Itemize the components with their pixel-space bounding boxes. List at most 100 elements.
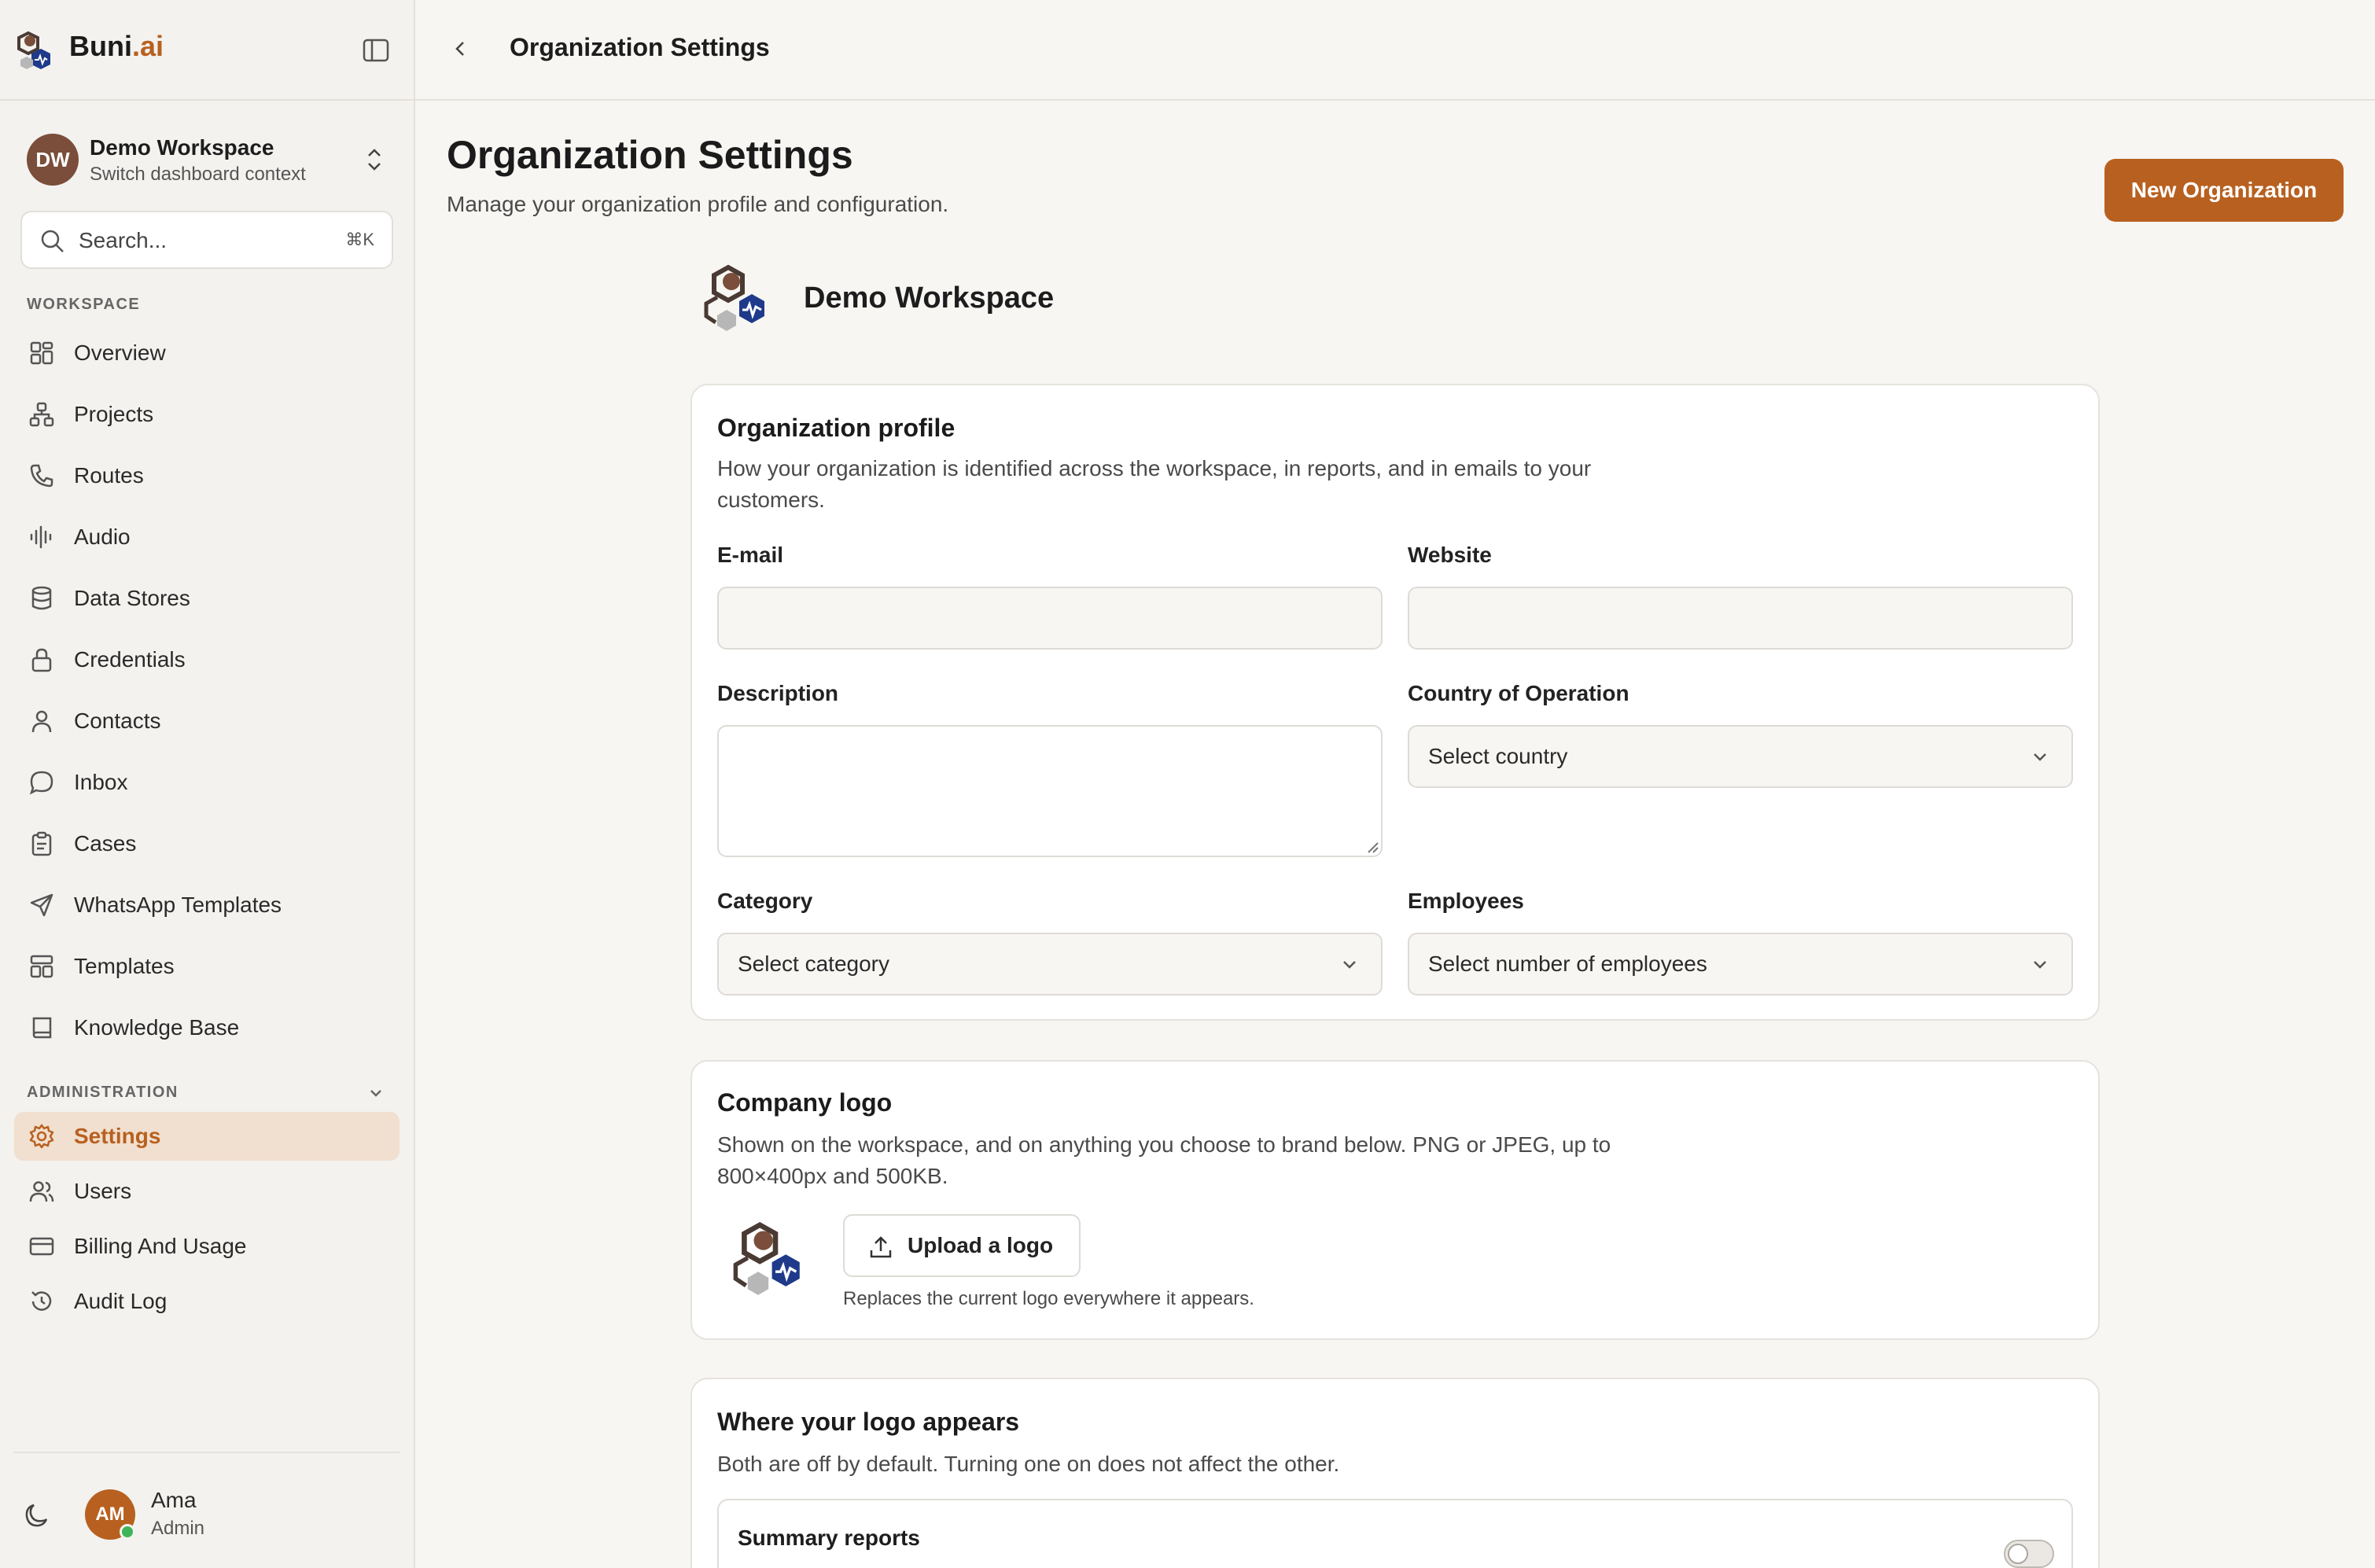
sidebar-item-overview[interactable]: Overview (14, 329, 400, 377)
topbar-title: Organization Settings (510, 33, 770, 61)
sidebar-item-credentials[interactable]: Credentials (14, 635, 400, 684)
upload-logo-label: Upload a logo (908, 1233, 1054, 1257)
chevron-down-icon (1343, 961, 1356, 969)
workspace-subtitle: Switch dashboard context (90, 164, 306, 185)
upload-hint: Replaces the current logo everywhere it … (843, 1288, 1254, 1309)
organization-name: Demo Workspace (804, 282, 1055, 315)
sidebar-item-label: Billing And Usage (74, 1234, 247, 1258)
sidebar-item-label: Routes (74, 463, 144, 488)
new-organization-button[interactable]: New Organization (2104, 159, 2344, 222)
audio-waveform-icon (27, 522, 57, 552)
description-label: Description (717, 681, 839, 705)
user-role: Admin (151, 1518, 205, 1539)
email-label: E-mail (717, 543, 784, 567)
company-logo-card: Company logo Shown on the workspace, and… (690, 1060, 2100, 1340)
resize-handle-icon[interactable] (1365, 840, 1379, 854)
search-input[interactable] (79, 223, 315, 258)
grid-icon (27, 338, 57, 368)
sidebar-item-data-stores[interactable]: Data Stores (14, 574, 400, 623)
sidebar-item-contacts[interactable]: Contacts (14, 697, 400, 745)
credit-card-icon (27, 1231, 57, 1261)
upload-logo-button[interactable]: Upload a logo (843, 1214, 1081, 1277)
card-title: Where your logo appears (717, 1408, 1020, 1436)
country-select-value: Select country (1428, 744, 1568, 768)
description-textarea[interactable] (717, 725, 1383, 857)
section-label-workspace: WORKSPACE (27, 296, 141, 313)
card-title: Company logo (717, 1088, 893, 1117)
current-logo-icon (733, 1222, 800, 1295)
sidebar-item-billing-and-usage[interactable]: Billing And Usage (14, 1222, 400, 1271)
sidebar-item-label: Templates (74, 954, 175, 978)
phone-icon (27, 461, 57, 491)
sidebar-item-label: Overview (74, 340, 166, 365)
sidebar-item-templates[interactable]: Templates (14, 942, 400, 991)
sidebar-item-label: Settings (74, 1124, 161, 1148)
section-label-administration: ADMINISTRATION (27, 1084, 179, 1101)
hierarchy-icon (27, 399, 57, 429)
sidebar-item-label: Cases (74, 831, 137, 856)
chevrons-up-down-icon (368, 149, 381, 171)
sidebar-item-routes[interactable]: Routes (14, 451, 400, 500)
brand-name: Buni.ai (69, 30, 164, 62)
upload-icon (870, 1236, 892, 1258)
sidebar-item-label: Audit Log (74, 1289, 168, 1313)
sidebar-item-label: Users (74, 1179, 132, 1203)
users-icon (27, 1176, 57, 1206)
sidebar-item-label: Data Stores (74, 586, 190, 610)
top-bar: Organization Settings (415, 0, 2375, 101)
search-icon (41, 230, 64, 252)
sidebar-item-whatsapp-templates[interactable]: WhatsApp Templates (14, 881, 400, 929)
summary-reports-label: Summary reports (738, 1526, 920, 1550)
chevron-left-icon[interactable] (448, 35, 472, 63)
sidebar-collapse-icon[interactable] (362, 38, 390, 63)
email-field[interactable] (717, 587, 1383, 650)
sidebar-item-projects[interactable]: Projects (14, 390, 400, 439)
sidebar-item-users[interactable]: Users (14, 1167, 400, 1216)
buni-logo-icon (17, 31, 50, 69)
user-name: Ama (151, 1488, 197, 1512)
summary-reports-option: Summary reports (717, 1499, 2073, 1568)
sidebar-item-label: Credentials (74, 647, 186, 672)
lock-icon (27, 645, 57, 675)
summary-reports-toggle[interactable] (2004, 1540, 2054, 1568)
employees-label: Employees (1408, 889, 1524, 913)
card-description: Both are off by default. Turning one on … (717, 1452, 1340, 1476)
card-title: Organization profile (717, 414, 956, 442)
chevron-down-icon (2034, 753, 2046, 761)
logo-placement-card: Where your logo appears Both are off by … (690, 1378, 2100, 1568)
send-icon (27, 890, 57, 920)
clipboard-icon (27, 829, 57, 859)
sidebar-item-settings[interactable]: Settings (14, 1112, 400, 1161)
sidebar-item-label: WhatsApp Templates (74, 893, 282, 917)
country-label: Country of Operation (1408, 681, 1629, 705)
country-select[interactable]: Select country (1408, 725, 2073, 788)
database-icon (27, 583, 57, 613)
website-field[interactable] (1408, 587, 2073, 650)
employees-select-value: Select number of employees (1428, 951, 1707, 976)
sidebar-item-audio[interactable]: Audio (14, 513, 400, 561)
history-icon (27, 1286, 57, 1316)
sidebar-item-label: Audio (74, 525, 131, 549)
chevron-down-icon[interactable] (366, 1085, 385, 1101)
sidebar-item-label: Projects (74, 402, 154, 426)
category-select[interactable]: Select category (717, 933, 1383, 996)
website-label: Website (1408, 543, 1492, 567)
workspace-avatar: DW (27, 134, 79, 186)
chat-bubble-icon (27, 767, 57, 797)
sidebar-item-inbox[interactable]: Inbox (14, 758, 400, 807)
card-description: Shown on the workspace, and on anything … (717, 1132, 1611, 1188)
sidebar-item-audit-log[interactable]: Audit Log (14, 1277, 400, 1326)
sidebar-item-cases[interactable]: Cases (14, 819, 400, 868)
divider (14, 1452, 400, 1453)
moon-icon[interactable] (22, 1500, 52, 1530)
search-shortcut: ⌘K (345, 230, 374, 249)
description-textarea-wrapper (717, 725, 1383, 857)
workspace-switcher[interactable]: DW Demo Workspace Switch dashboard conte… (24, 131, 393, 192)
search-box[interactable]: ⌘K (20, 211, 393, 269)
sidebar-item-knowledge-base[interactable]: Knowledge Base (14, 1003, 400, 1052)
online-status-dot (120, 1524, 135, 1540)
employees-select[interactable]: Select number of employees (1408, 933, 2073, 996)
chevron-down-icon (2034, 961, 2046, 969)
layout-icon (27, 951, 57, 981)
book-icon (27, 1013, 57, 1043)
